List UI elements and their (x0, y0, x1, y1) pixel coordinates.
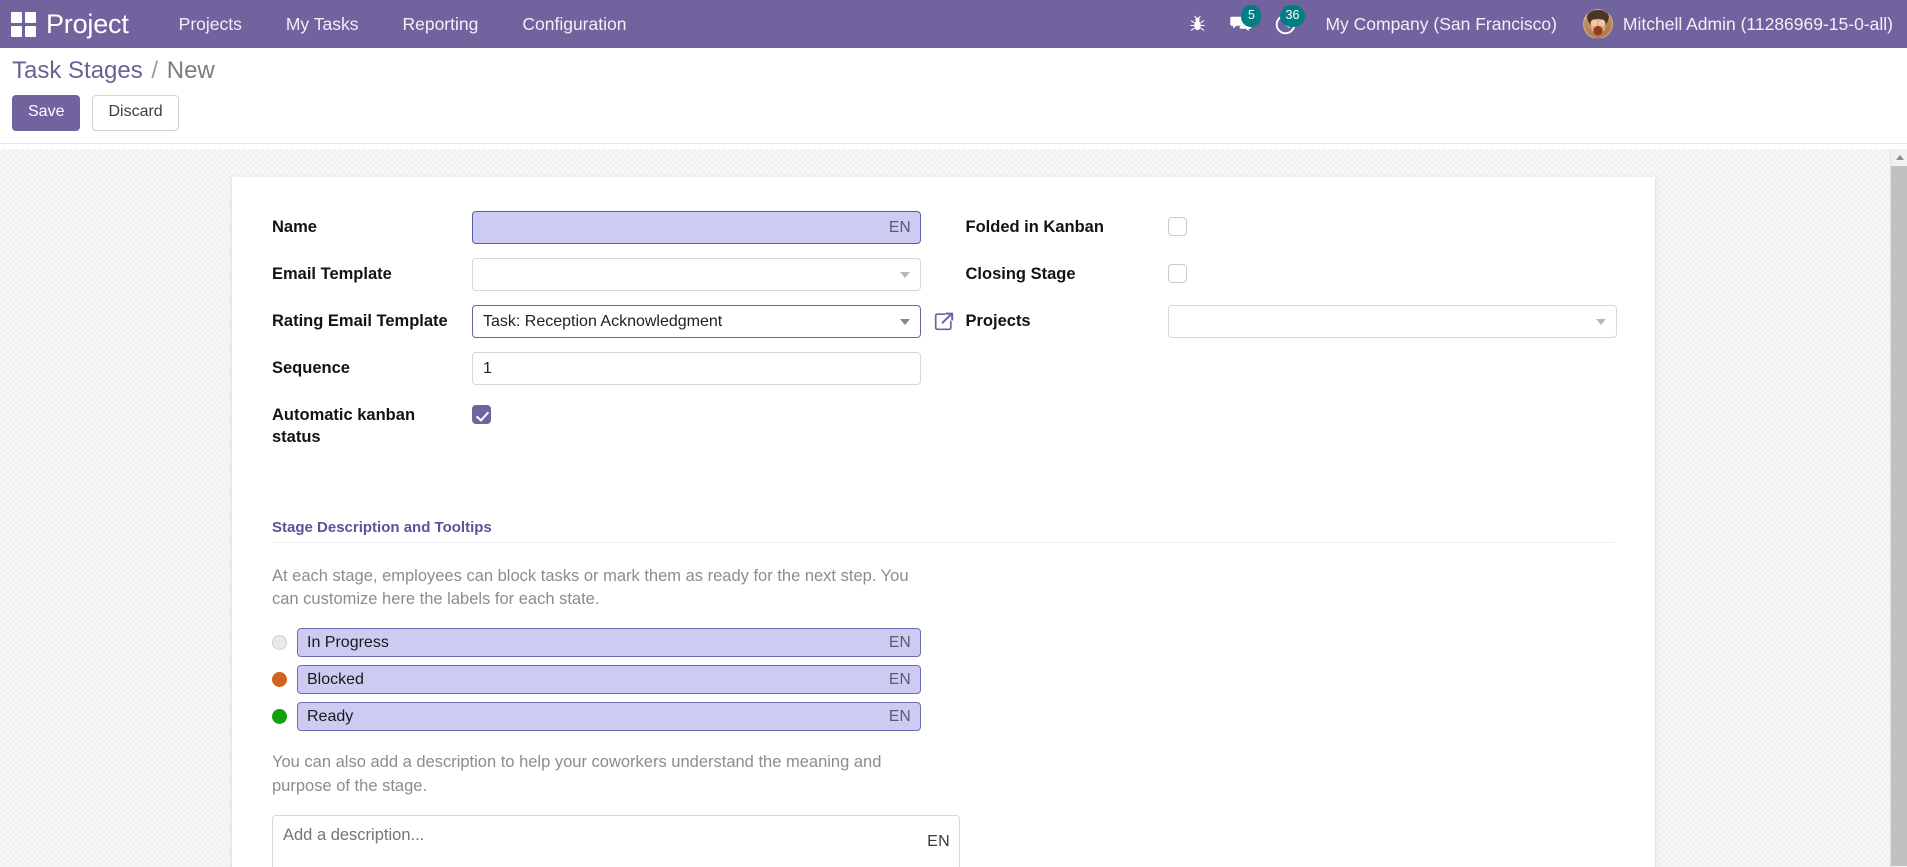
grid-icon (10, 11, 36, 37)
state-row-blocked: EN (272, 665, 1615, 695)
field-row-projects: Projects (965, 305, 1617, 338)
section-title-stage-description: Stage Description and Tooltips (272, 519, 1615, 543)
field-row-email-template: Email Template (272, 258, 944, 291)
discard-button[interactable]: Discard (92, 95, 179, 132)
record-action-buttons: Save Discard (12, 95, 1907, 132)
state-dot-ready[interactable] (272, 709, 287, 725)
label-closing-stage: Closing Stage (965, 265, 1076, 283)
sequence-input[interactable] (472, 352, 921, 385)
field-rating-email-template (472, 305, 954, 338)
folded-in-kanban-checkbox[interactable] (1167, 217, 1187, 236)
field-sequence (472, 352, 944, 385)
ready-input-wrap: EN (297, 702, 921, 732)
label-automatic-kanban-status: Automatic kanban status (272, 406, 416, 446)
form-column-left: Name EN Email Template Rating Email Temp… (272, 211, 954, 463)
state-labels-list: EN EN EN (272, 628, 1615, 732)
vertical-scrollbar[interactable] (1890, 149, 1907, 867)
company-switcher[interactable]: My Company (San Francisco) (1307, 0, 1574, 48)
field-row-folded-in-kanban: Folded in Kanban (966, 211, 1616, 244)
apps-menu-button[interactable] (0, 0, 46, 48)
stage-help-text-2: You can also add a description to help y… (272, 753, 882, 796)
field-email-template (472, 258, 944, 291)
external-link-icon (934, 312, 954, 331)
label-folded-in-kanban: Folded in Kanban (965, 218, 1104, 236)
bug-icon (1190, 15, 1205, 31)
projects-select-wrap (1167, 305, 1617, 338)
field-row-rating-email-template: Rating Email Template (272, 305, 954, 338)
automatic-kanban-status-checkbox[interactable] (472, 405, 491, 424)
messages-button[interactable]: 5 (1219, 0, 1263, 48)
breadcrumb-separator: / (151, 57, 159, 84)
label-email-template: Email Template (272, 265, 392, 283)
field-closing-stage (1167, 258, 1616, 283)
control-panel: Task Stages / New Save Discard (0, 48, 1907, 145)
scrollbar-thumb[interactable] (1891, 166, 1907, 866)
label-rating-email-template: Rating Email Template (272, 312, 448, 330)
state-dot-in-progress[interactable] (272, 635, 287, 651)
state-input-in-progress[interactable] (297, 628, 921, 658)
label-projects: Projects (965, 312, 1031, 330)
field-name: EN (472, 211, 944, 244)
field-row-automatic-kanban-status: Automatic kanban status (272, 399, 944, 449)
debug-menu-button[interactable] (1175, 0, 1219, 48)
field-row-name: Name EN (272, 211, 944, 244)
nav-item-my-tasks[interactable]: My Tasks (264, 0, 381, 48)
name-input-wrap: EN (472, 211, 921, 244)
stage-description-textarea[interactable] (272, 815, 960, 867)
field-folded-in-kanban (1167, 211, 1616, 236)
closing-stage-checkbox[interactable] (1167, 264, 1187, 283)
breadcrumb-current: New (166, 57, 215, 84)
field-projects (1167, 305, 1617, 338)
form-columns: Name EN Email Template Rating Email Temp… (272, 211, 1617, 463)
email-template-input[interactable] (472, 258, 921, 291)
state-row-in-progress: EN (272, 628, 1615, 658)
state-input-blocked[interactable] (297, 665, 921, 695)
email-template-select-wrap (472, 258, 921, 291)
stage-help-text-1: At each stage, employees can block tasks… (272, 566, 909, 609)
avatar (1582, 9, 1613, 39)
name-input[interactable] (472, 211, 921, 244)
user-name-label: Mitchell Admin (11286969-15-0-all) (1622, 13, 1893, 34)
stage-description-wrap: EN (272, 815, 960, 867)
form-column-right: Folded in Kanban Closing Stage Projects (944, 211, 1617, 463)
label-sequence: Sequence (272, 359, 350, 377)
projects-input[interactable] (1167, 305, 1617, 338)
nav-item-projects[interactable]: Projects (157, 0, 264, 48)
content-area: Name EN Email Template Rating Email Temp… (0, 149, 1907, 867)
nav-item-configuration[interactable]: Configuration (500, 0, 648, 48)
top-navbar: Project Projects My Tasks Reporting Conf… (0, 0, 1907, 48)
app-brand-name[interactable]: Project (46, 0, 157, 48)
activities-badge: 36 (1279, 5, 1306, 27)
in-progress-input-wrap: EN (297, 628, 921, 658)
field-row-sequence: Sequence (272, 352, 944, 385)
breadcrumb-parent-link[interactable]: Task Stages (12, 57, 143, 84)
breadcrumb: Task Stages / New (12, 57, 1907, 84)
field-row-closing-stage: Closing Stage (966, 258, 1616, 291)
state-input-ready[interactable] (297, 702, 921, 732)
user-menu-button[interactable]: Mitchell Admin (11286969-15-0-all) (1575, 0, 1907, 48)
form-sheet: Name EN Email Template Rating Email Temp… (231, 177, 1656, 867)
rating-email-template-open-button[interactable] (931, 309, 957, 335)
activities-button[interactable]: 36 (1263, 0, 1307, 48)
nav-item-reporting[interactable]: Reporting (380, 0, 500, 48)
scroll-up-arrow-icon[interactable] (1891, 149, 1907, 166)
field-automatic-kanban-status (472, 399, 944, 424)
messages-badge: 5 (1241, 5, 1262, 27)
blocked-input-wrap: EN (297, 665, 921, 695)
state-dot-blocked[interactable] (272, 672, 287, 688)
state-row-ready: EN (272, 702, 1615, 732)
rating-email-template-input[interactable] (472, 305, 921, 338)
save-button[interactable]: Save (12, 95, 81, 132)
rating-email-template-select-wrap (472, 305, 921, 338)
label-name: Name (272, 218, 317, 236)
